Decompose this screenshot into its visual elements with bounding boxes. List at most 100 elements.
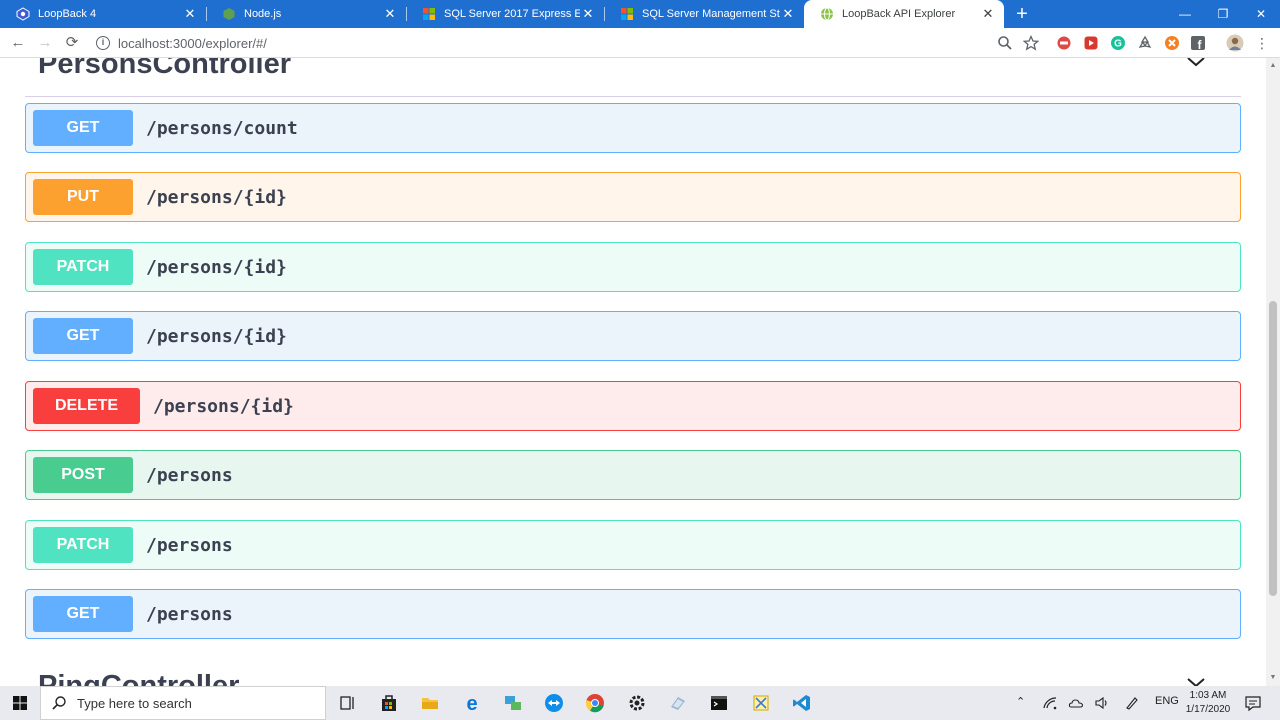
clock-date: 1/17/2020 <box>1185 704 1231 715</box>
operation-path: /persons/{id} <box>146 325 287 347</box>
grammarly-icon[interactable]: G <box>1110 35 1126 51</box>
method-badge: PUT <box>33 179 133 215</box>
extension-icon[interactable] <box>1164 35 1180 51</box>
tab-loopback-4[interactable]: LoopBack 4 ✕ <box>0 0 206 28</box>
operation-patch-person-by-id[interactable]: PATCH /persons/{id} <box>25 242 1241 292</box>
tab-loopback-api-explorer[interactable]: LoopBack API Explorer ✕ <box>804 0 1004 28</box>
notifications-icon[interactable] <box>1244 694 1262 712</box>
recycle-icon[interactable] <box>1137 35 1153 51</box>
clock-time: 1:03 AM <box>1189 690 1227 701</box>
menu-kebab-icon[interactable]: ⋮ <box>1252 33 1272 53</box>
tab-title: LoopBack 4 <box>38 8 97 20</box>
chevron-down-icon[interactable] <box>1186 673 1206 686</box>
new-tab-button[interactable]: + <box>1012 4 1032 24</box>
tab-title: SQL Server Management Studio <box>642 8 780 20</box>
search-icon <box>52 696 66 710</box>
method-badge: POST <box>33 457 133 493</box>
operation-path: /persons/count <box>146 117 298 139</box>
extension-icon[interactable] <box>1056 35 1072 51</box>
close-icon[interactable]: ✕ <box>580 6 596 22</box>
extension-icon[interactable] <box>1083 35 1099 51</box>
tab-nodejs[interactable]: Node.js ✕ <box>206 0 406 28</box>
operation-path: /persons/{id} <box>153 395 294 417</box>
method-badge: GET <box>33 110 133 146</box>
operation-put-person-by-id[interactable]: PUT /persons/{id} <box>25 172 1241 222</box>
bookmark-star-icon[interactable] <box>1023 35 1039 51</box>
volume-icon[interactable] <box>1094 695 1110 711</box>
scrollbar-thumb[interactable] <box>1269 301 1277 596</box>
clock[interactable]: 1:03 AM 1/17/2020 <box>1180 689 1236 717</box>
operation-get-persons[interactable]: GET /persons <box>25 589 1241 639</box>
network-app-icon[interactable] <box>503 693 523 713</box>
loopback-icon <box>16 7 30 21</box>
site-info-icon[interactable]: i <box>96 36 110 50</box>
windows-logo-icon <box>621 8 633 20</box>
profile-avatar[interactable] <box>1226 34 1244 52</box>
method-badge: PATCH <box>33 527 133 563</box>
zoom-icon[interactable] <box>997 35 1013 51</box>
windows-start-icon[interactable] <box>0 686 40 720</box>
scroll-down-arrow-icon[interactable]: ▼ <box>1269 674 1277 682</box>
wifi-icon[interactable] <box>1042 695 1058 711</box>
edge-browser-icon[interactable]: e <box>462 693 482 713</box>
operation-delete-person-by-id[interactable]: DELETE /persons/{id} <box>25 381 1241 431</box>
snipping-tool-icon[interactable] <box>751 693 771 713</box>
tab-title: SQL Server 2017 Express Edition <box>444 8 580 20</box>
scroll-up-arrow-icon[interactable]: ▲ <box>1269 62 1277 70</box>
operation-path: /persons/{id} <box>146 186 287 208</box>
reload-icon[interactable]: ⟳ <box>62 33 82 53</box>
method-badge: PATCH <box>33 249 133 285</box>
forward-arrow-icon[interactable]: → <box>35 33 55 53</box>
close-icon[interactable]: ✕ <box>382 6 398 22</box>
teamviewer-icon[interactable] <box>544 693 564 713</box>
vscode-icon[interactable] <box>792 693 812 713</box>
svg-text:e: e <box>466 693 477 713</box>
close-window-button[interactable]: ✕ <box>1242 0 1280 28</box>
facebook-icon[interactable]: f <box>1190 35 1206 51</box>
address-bar[interactable]: i localhost:3000/explorer/#/ <box>96 32 996 54</box>
task-view-icon[interactable] <box>337 693 357 713</box>
chevron-up-icon[interactable]: ⌃ <box>1016 695 1025 708</box>
windows-logo-icon <box>423 8 435 20</box>
operation-post-persons[interactable]: POST /persons <box>25 450 1241 500</box>
operation-patch-persons[interactable]: PATCH /persons <box>25 520 1241 570</box>
terminal-icon[interactable] <box>709 693 729 713</box>
api-explorer-page: PersonsController GET /persons/count PUT… <box>0 58 1266 686</box>
svg-text:G: G <box>1114 39 1122 50</box>
language-indicator[interactable]: ENG <box>1155 695 1179 707</box>
chrome-icon[interactable] <box>585 693 605 713</box>
operation-path: /persons <box>146 603 233 625</box>
maximize-button[interactable]: ❐ <box>1204 0 1242 28</box>
pen-icon[interactable] <box>1124 695 1140 711</box>
onedrive-icon[interactable] <box>1068 695 1084 711</box>
section-title[interactable]: PersonsController <box>38 58 291 81</box>
tab-sql-server-management-studio[interactable]: SQL Server Management Studio ✕ <box>604 0 804 28</box>
url-text[interactable]: localhost:3000/explorer/#/ <box>118 36 267 51</box>
windows-taskbar: Type here to search e ⌃ ENG 1:03 AM 1/17… <box>0 686 1280 720</box>
close-icon[interactable]: ✕ <box>980 6 996 22</box>
method-badge: DELETE <box>33 388 140 424</box>
section-divider <box>25 96 1241 97</box>
operation-get-person-by-id[interactable]: GET /persons/{id} <box>25 311 1241 361</box>
sql-management-studio-icon[interactable] <box>668 693 688 713</box>
page-scrollbar[interactable]: ▲ ▼ <box>1266 58 1280 686</box>
back-arrow-icon[interactable]: ← <box>8 33 28 53</box>
tab-title: LoopBack API Explorer <box>842 8 956 20</box>
method-badge: GET <box>33 318 133 354</box>
close-icon[interactable]: ✕ <box>182 6 198 22</box>
store-icon[interactable] <box>379 693 399 713</box>
tab-sql-server-express[interactable]: SQL Server 2017 Express Edition ✕ <box>406 0 604 28</box>
next-section-title[interactable]: PingController <box>38 670 239 686</box>
tab-title: Node.js <box>244 8 282 20</box>
taskbar-search-box[interactable]: Type here to search <box>40 686 326 720</box>
minimize-button[interactable]: — <box>1166 0 1204 28</box>
tab-strip: LoopBack 4 ✕ Node.js ✕ SQL Server 2017 E… <box>0 0 1280 28</box>
chevron-down-icon[interactable] <box>1186 58 1206 72</box>
settings-gear-icon[interactable] <box>627 693 647 713</box>
file-explorer-icon[interactable] <box>420 693 440 713</box>
operation-path: /persons <box>146 534 233 556</box>
search-placeholder: Type here to search <box>77 695 192 711</box>
browser-toolbar: ← → ⟳ i localhost:3000/explorer/#/ G f ⋮ <box>0 28 1280 58</box>
close-icon[interactable]: ✕ <box>780 6 796 22</box>
operation-get-persons-count[interactable]: GET /persons/count <box>25 103 1241 153</box>
